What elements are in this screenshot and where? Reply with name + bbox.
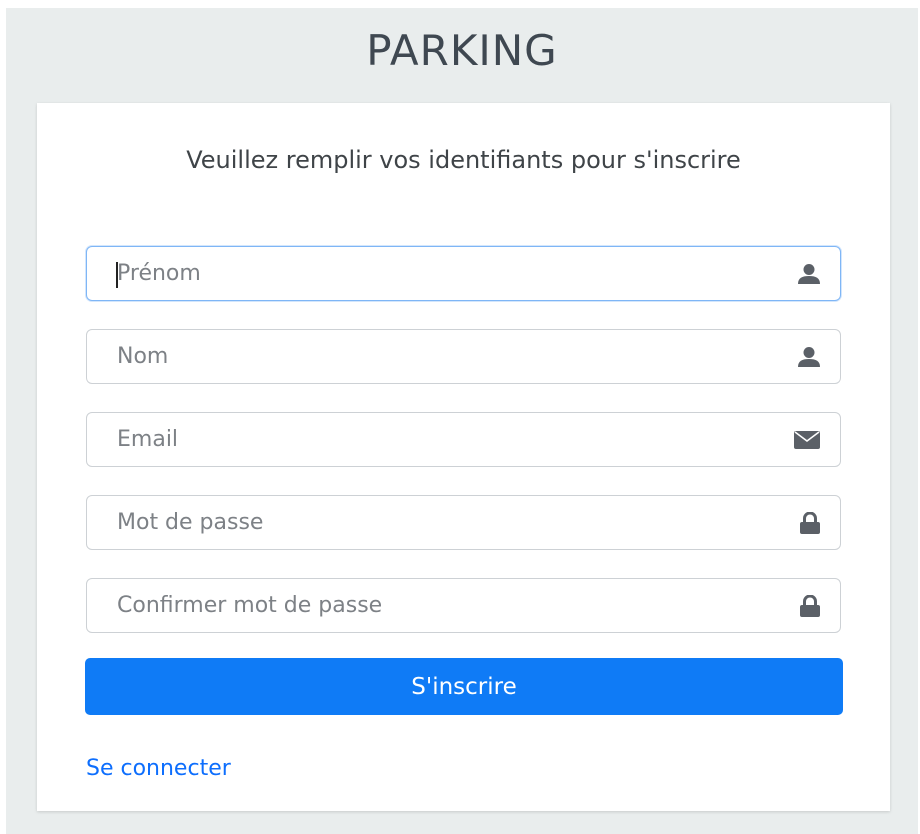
- user-icon: [798, 263, 820, 284]
- login-link[interactable]: Se connecter: [86, 756, 231, 781]
- password-input[interactable]: [117, 496, 757, 549]
- envelope-icon: [794, 430, 820, 449]
- first-name-input[interactable]: [117, 247, 757, 300]
- email-input[interactable]: [117, 413, 757, 466]
- password-field[interactable]: [86, 495, 841, 550]
- text-cursor: [116, 262, 118, 288]
- app-title: PARKING: [366, 26, 558, 75]
- lock-icon: [800, 511, 820, 534]
- confirm-password-input[interactable]: [117, 579, 757, 632]
- last-name-input[interactable]: [117, 330, 757, 383]
- user-icon: [798, 346, 820, 367]
- last-name-field[interactable]: [86, 329, 841, 384]
- form-subtitle: Veuillez remplir vos identifiants pour s…: [186, 146, 741, 174]
- first-name-field[interactable]: [86, 246, 841, 301]
- page-background: PARKING Veuillez remplir vos identifiant…: [6, 8, 918, 834]
- signup-card: Veuillez remplir vos identifiants pour s…: [37, 103, 890, 811]
- email-field[interactable]: [86, 412, 841, 467]
- lock-icon: [800, 594, 820, 617]
- signup-button[interactable]: S'inscrire: [85, 658, 843, 715]
- confirm-password-field[interactable]: [86, 578, 841, 633]
